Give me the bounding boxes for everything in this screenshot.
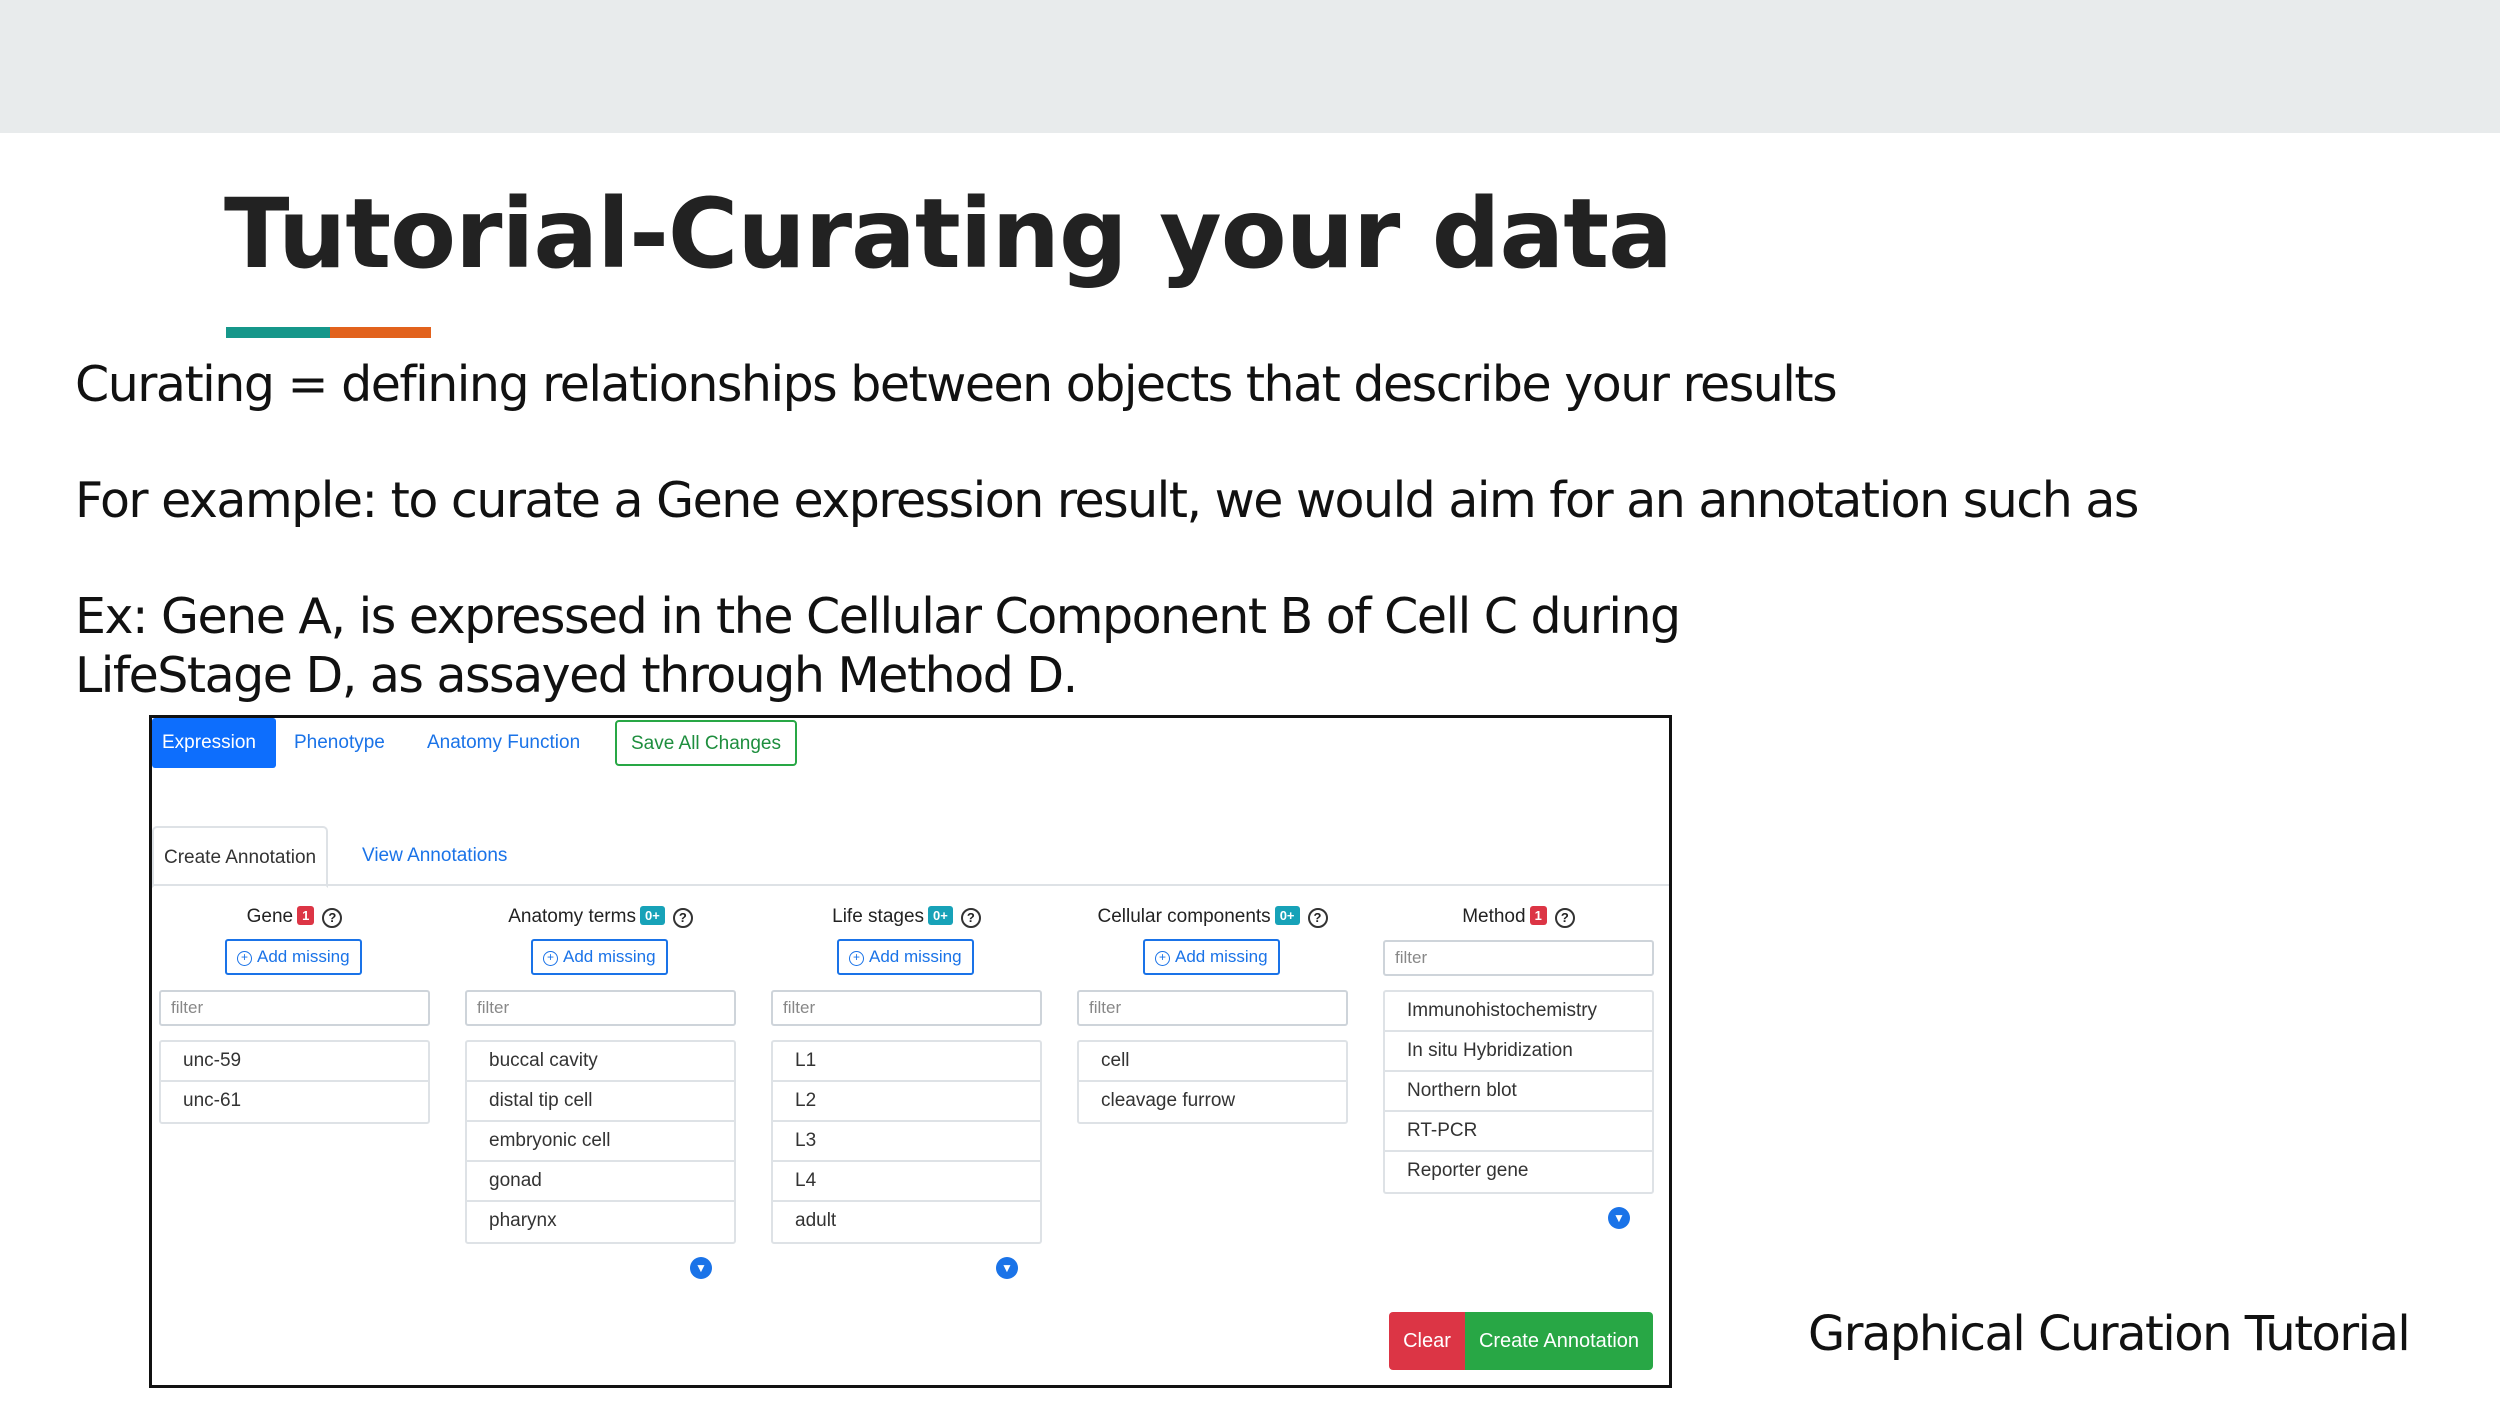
gene-title: Gene [246, 906, 294, 927]
list-item[interactable]: embryonic cell [467, 1122, 734, 1162]
list-item[interactable]: Reporter gene [1385, 1152, 1652, 1192]
gene-add-missing-button[interactable]: + Add missing [225, 939, 362, 975]
gene-count-badge: 1 [297, 906, 315, 925]
chevron-down-icon[interactable]: ▼ [996, 1257, 1018, 1279]
list-item[interactable]: Northern blot [1385, 1072, 1652, 1112]
chevron-down-icon[interactable]: ▼ [690, 1257, 712, 1279]
list-item[interactable]: distal tip cell [467, 1082, 734, 1122]
anatomy-add-missing-button[interactable]: + Add missing [531, 939, 668, 975]
list-item[interactable]: gonad [467, 1162, 734, 1202]
list-item[interactable]: L1 [773, 1042, 1040, 1082]
top-nav: Expression Phenotype Anatomy Function Sa… [152, 718, 1669, 768]
app-screenshot-frame: Expression Phenotype Anatomy Function Sa… [149, 715, 1672, 1388]
save-all-changes-button[interactable]: Save All Changes [615, 720, 797, 766]
list-item[interactable]: Immunohistochemistry [1385, 992, 1652, 1032]
gene-list: unc-59 unc-61 [159, 1040, 430, 1124]
add-missing-label: Add missing [563, 947, 656, 966]
list-item[interactable]: L2 [773, 1082, 1040, 1122]
list-item[interactable]: buccal cavity [467, 1042, 734, 1082]
create-annotation-button[interactable]: Create Annotation [1465, 1312, 1653, 1370]
anatomy-terms-count-badge: 0+ [639, 906, 665, 925]
method-title: Method [1462, 906, 1526, 927]
list-item[interactable]: pharynx [467, 1202, 734, 1242]
life-stages-title: Life stages [832, 906, 925, 927]
help-icon[interactable]: ? [672, 908, 693, 928]
nav-tab-anatomy-function[interactable]: Anatomy Function [417, 718, 590, 768]
method-header: Method 1? [1383, 906, 1654, 936]
plus-circle-icon: + [543, 951, 558, 966]
help-icon[interactable]: ? [1307, 908, 1328, 928]
slide-title: Tutorial-Curating your data [224, 178, 1673, 290]
list-item[interactable]: cell [1079, 1042, 1346, 1082]
plus-circle-icon: + [237, 951, 252, 966]
cellular-add-missing-button[interactable]: + Add missing [1143, 939, 1280, 975]
body-line-3: Ex: Gene A, is expressed in the Cellular… [75, 588, 1681, 645]
life-stages-list: L1 L2 L3 L4 adult [771, 1040, 1042, 1244]
list-item[interactable]: adult [773, 1202, 1040, 1242]
life-stages-count-badge: 0+ [928, 906, 953, 925]
gene-header: Gene 1? [159, 906, 430, 936]
list-item[interactable]: In situ Hybridization [1385, 1032, 1652, 1072]
list-item[interactable]: unc-59 [161, 1042, 428, 1082]
cellular-components-count-badge: 0+ [1274, 906, 1300, 925]
footer-label: Graphical Curation Tutorial [1808, 1306, 2411, 1362]
sub-tabs: Create Annotation View Annotations [152, 826, 1669, 888]
cellular-components-title: Cellular components [1097, 906, 1271, 927]
anatomy-filter-input[interactable]: filter [465, 990, 736, 1026]
cellular-components-header: Cellular components 0+? [1077, 906, 1348, 936]
top-band [0, 0, 2500, 133]
body-line-4: LifeStage D, as assayed through Method D… [75, 647, 1078, 704]
list-item[interactable]: L3 [773, 1122, 1040, 1162]
list-item[interactable]: RT-PCR [1385, 1112, 1652, 1152]
tab-create-annotation[interactable]: Create Annotation [152, 826, 329, 888]
method-list: Immunohistochemistry In situ Hybridizati… [1383, 990, 1654, 1194]
life-stages-filter-input[interactable]: filter [771, 990, 1042, 1026]
gene-filter-input[interactable]: filter [159, 990, 430, 1026]
body-line-1: Curating = defining relationships betwee… [75, 356, 1838, 413]
help-icon[interactable]: ? [960, 908, 981, 928]
accent-bar-teal [226, 327, 330, 338]
cellular-components-list: cell cleavage furrow [1077, 1040, 1348, 1124]
method-count-badge: 1 [1529, 906, 1547, 925]
method-filter-input[interactable]: filter [1383, 940, 1654, 976]
life-stages-header: Life stages 0+? [771, 906, 1042, 936]
clear-button[interactable]: Clear [1389, 1312, 1465, 1370]
plus-circle-icon: + [1155, 951, 1170, 966]
anatomy-terms-header: Anatomy terms 0+? [465, 906, 736, 936]
anatomy-terms-list: buccal cavity distal tip cell embryonic … [465, 1040, 736, 1244]
nav-tab-phenotype[interactable]: Phenotype [284, 718, 395, 768]
chevron-down-icon[interactable]: ▼ [1608, 1207, 1630, 1229]
list-item[interactable]: L4 [773, 1162, 1040, 1202]
nav-tab-expression[interactable]: Expression [152, 718, 276, 768]
cellular-filter-input[interactable]: filter [1077, 990, 1348, 1026]
tab-view-annotations[interactable]: View Annotations [352, 826, 517, 886]
list-item[interactable]: cleavage furrow [1079, 1082, 1346, 1122]
list-item[interactable]: unc-61 [161, 1082, 428, 1122]
plus-circle-icon: + [849, 951, 864, 966]
help-icon[interactable]: ? [1554, 908, 1575, 928]
add-missing-label: Add missing [257, 947, 350, 966]
life-stages-add-missing-button[interactable]: + Add missing [837, 939, 974, 975]
anatomy-terms-title: Anatomy terms [508, 906, 636, 927]
body-line-2: For example: to curate a Gene expression… [75, 472, 2139, 529]
add-missing-label: Add missing [1175, 947, 1268, 966]
accent-bar-orange [330, 327, 431, 338]
help-icon[interactable]: ? [322, 908, 343, 928]
add-missing-label: Add missing [869, 947, 962, 966]
